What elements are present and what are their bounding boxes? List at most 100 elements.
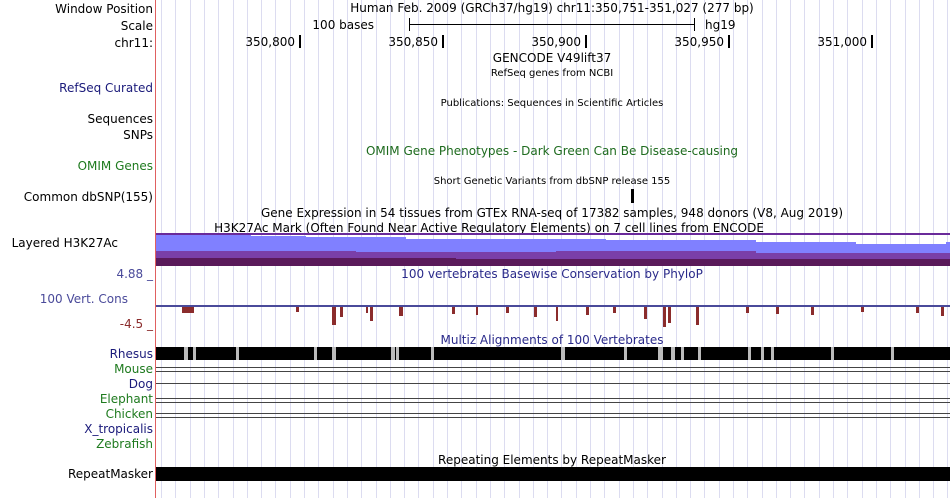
omim-track-title: OMIM Gene Phenotypes - Dark Green Can Be… [365, 144, 739, 158]
track-label-refseq[interactable]: RefSeq Curated [59, 81, 153, 95]
conservation-bar [668, 307, 671, 323]
track-data-panel[interactable]: Human Feb. 2009 (GRCh37/hg19) chr11:350,… [156, 0, 950, 498]
mouse-alignment-line [156, 367, 950, 368]
species-label-mouse[interactable]: Mouse [114, 362, 153, 376]
conservation-bar [340, 307, 343, 317]
cons-track-title: 100 vertebrates Basewise Conservation by… [401, 267, 703, 281]
species-label-elephant[interactable]: Elephant [100, 392, 153, 406]
scale-label: Scale [120, 19, 153, 33]
multiz-track-title: Multiz Alignments of 100 Vertebrates [440, 333, 664, 347]
rhesus-alignment-gap [831, 347, 834, 360]
rhesus-alignment-gap [391, 347, 395, 360]
species-label-rhesus[interactable]: Rhesus [110, 347, 153, 361]
chicken-alignment-line [156, 413, 950, 414]
rmsk-track-title: Repeating Elements by RepeatMasker [438, 453, 666, 467]
refseq-track-title: RefSeq genes from NCBI [490, 68, 614, 79]
track-label-sequences[interactable]: Sequences [88, 112, 153, 126]
conservation-bar [182, 307, 194, 313]
rhesus-alignment-gap [332, 347, 336, 360]
rhesus-alignment-gap [658, 347, 663, 360]
species-label-dog[interactable]: Dog [129, 377, 153, 391]
conservation-bar [366, 307, 368, 313]
conservation-bar [556, 307, 558, 321]
track-label-repeatmasker[interactable]: RepeatMasker [68, 467, 153, 481]
conservation-bar [663, 307, 666, 327]
cons-max-label: 4.88 _ [116, 267, 153, 281]
rhesus-alignment-gap [891, 347, 894, 360]
conservation-bar [811, 307, 814, 315]
genome-browser-image[interactable]: Window Position Scale chr11: RefSeq Cura… [0, 0, 950, 498]
chicken-alignment-line-2 [156, 417, 950, 418]
repeatmasker-block[interactable] [156, 467, 950, 481]
conservation-bar [534, 307, 537, 317]
cons-min-label: -4.5 _ [119, 317, 153, 331]
h3k27ac-signal-graph[interactable] [156, 233, 950, 266]
chr-label: chr11: [114, 36, 153, 50]
scale-bar-left-cap [409, 18, 410, 31]
pubs-track-title: Publications: Sequences in Scientific Ar… [440, 98, 664, 109]
rhesus-alignment-gap [748, 347, 751, 360]
ruler-tick [871, 35, 873, 48]
ruler-tick-label: 350,950 [674, 35, 724, 49]
conservation-bar [296, 307, 299, 312]
ruler-tick-label: 350,800 [245, 35, 295, 49]
dbsnp-track-title: Short Genetic Variants from dbSNP releas… [433, 176, 671, 187]
conservation-bar [476, 307, 478, 315]
conservation-bar [916, 307, 919, 313]
species-label-zebrafish[interactable]: Zebrafish [96, 437, 153, 451]
ruler-tick-label: 351,000 [817, 35, 867, 49]
scale-bar-db: hg19 [705, 18, 736, 32]
gencode-track-title: GENCODE V49lift37 [492, 51, 612, 65]
track-label-dbsnp[interactable]: Common dbSNP(155) [24, 190, 153, 204]
conservation-bar [399, 307, 403, 316]
conservation-bar [861, 307, 864, 312]
conservation-graph[interactable] [156, 300, 950, 330]
rhesus-alignment-gap [624, 347, 627, 360]
gtex-track-title: Gene Expression in 54 tissues from GTEx … [260, 206, 844, 220]
species-label-chicken[interactable]: Chicken [106, 407, 153, 421]
conservation-bar [644, 307, 647, 319]
conservation-bar [370, 307, 373, 321]
track-labels-panel: Window Position Scale chr11: RefSeq Cura… [0, 0, 155, 498]
dog-alignment-line [156, 383, 950, 384]
track-label-h3k27ac[interactable]: Layered H3K27Ac [12, 236, 118, 250]
mouse-alignment-line-2 [156, 371, 950, 372]
elephant-alignment-line-2 [156, 402, 950, 403]
conservation-bar [941, 307, 944, 316]
track-label-omim[interactable]: OMIM Genes [78, 159, 153, 173]
track-label-cons[interactable]: 100 Vert. Cons [40, 292, 128, 306]
ruler-tick [442, 35, 444, 48]
conservation-bar [452, 307, 455, 314]
conservation-bar [776, 307, 779, 314]
rhesus-alignment-gap [681, 347, 684, 360]
rhesus-alignment-gap [698, 347, 701, 360]
rhesus-alignment-gap [193, 347, 196, 360]
conservation-bar [613, 307, 616, 313]
rhesus-alignment-gap [561, 347, 565, 360]
scale-bar-right-cap [694, 18, 695, 31]
conservation-bar [696, 307, 699, 325]
rhesus-alignment-gap [761, 347, 764, 360]
rhesus-alignment-gap [396, 347, 399, 360]
rhesus-alignment-gap [236, 347, 239, 360]
ruler-tick [728, 35, 730, 48]
elephant-alignment-line [156, 398, 950, 399]
conservation-bar [332, 307, 336, 325]
conservation-bar [746, 307, 749, 313]
dbsnp-variant-mark[interactable] [631, 189, 634, 203]
assembly-position-title: Human Feb. 2009 (GRCh37/hg19) chr11:350,… [350, 1, 754, 15]
conservation-bar [586, 307, 589, 315]
window-position-label: Window Position [55, 2, 153, 16]
rhesus-alignment-gap [671, 347, 675, 360]
ruler-tick-label: 350,900 [531, 35, 581, 49]
ruler-tick [299, 35, 301, 48]
track-label-snps[interactable]: SNPs [123, 128, 153, 142]
ruler-tick [585, 35, 587, 48]
scale-bar-line [409, 24, 694, 25]
ruler-tick-label: 350,850 [388, 35, 438, 49]
scale-bar-text: 100 bases [312, 18, 374, 32]
species-label-xtropicalis[interactable]: X_tropicalis [84, 422, 153, 436]
rhesus-alignment-gap [184, 347, 188, 360]
rhesus-alignment-gap [771, 347, 774, 360]
rhesus-alignment-gap [431, 347, 434, 360]
